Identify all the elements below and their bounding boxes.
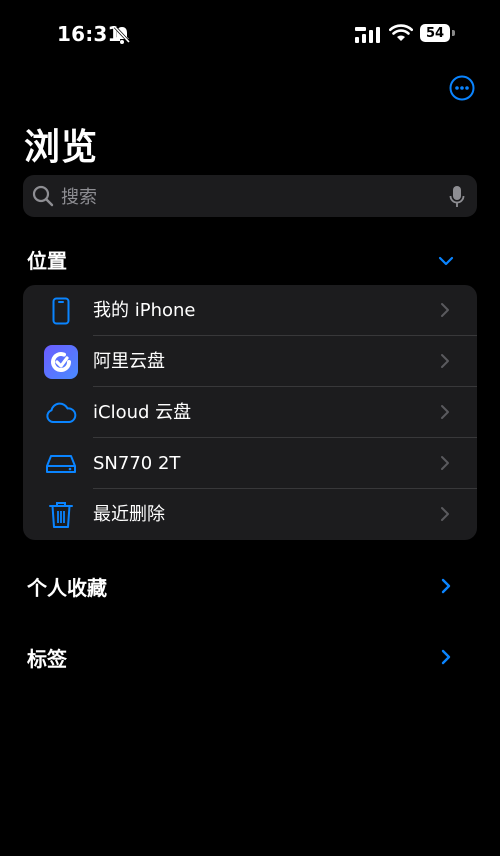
silent-bell-icon: [113, 25, 131, 49]
location-item-aliyun-drive[interactable]: 阿里云盘: [23, 336, 477, 387]
search-bar[interactable]: [23, 175, 477, 219]
page-title: 浏览: [24, 127, 99, 168]
location-item-label: 阿里云盘: [93, 351, 165, 372]
ellipsis-circle-icon: [449, 75, 475, 101]
location-item-label: SN770 2T: [93, 453, 181, 474]
icloud-icon: [43, 396, 79, 430]
chevron-down-icon: [438, 256, 454, 266]
location-item-my-iphone[interactable]: 我的 iPhone: [23, 285, 477, 336]
cellular-signal-icon: [355, 27, 381, 47]
microphone-icon[interactable]: [449, 185, 465, 213]
status-time: 16:31: [57, 22, 122, 46]
locations-list: 我的 iPhone 阿里云盘 iCloud 云盘 SN770 2T 最近删除: [23, 285, 477, 540]
trash-icon: [43, 498, 79, 532]
aliyun-drive-icon: [43, 345, 79, 379]
search-icon: [32, 185, 54, 211]
wifi-icon: [388, 24, 414, 46]
location-item-label: iCloud 云盘: [93, 402, 192, 423]
chevron-right-icon: [440, 404, 450, 424]
locations-header: 位置: [27, 249, 67, 273]
location-item-label: 最近删除: [93, 504, 165, 525]
tags-header[interactable]: 标签: [27, 643, 67, 672]
chevron-right-icon: [441, 649, 451, 665]
location-item-icloud-drive[interactable]: iCloud 云盘: [23, 387, 477, 438]
chevron-right-icon: [441, 578, 451, 594]
chevron-right-icon: [440, 302, 450, 322]
chevron-right-icon: [440, 506, 450, 526]
tags-expand-button[interactable]: [440, 648, 452, 670]
iphone-icon: [43, 294, 79, 328]
more-options-button[interactable]: [449, 75, 475, 105]
location-item-recently-deleted[interactable]: 最近删除: [23, 489, 477, 540]
battery-level: 54: [420, 24, 450, 42]
locations-collapse-button[interactable]: [438, 252, 454, 271]
chevron-right-icon: [440, 353, 450, 373]
search-input[interactable]: [59, 175, 433, 219]
favorites-header[interactable]: 个人收藏: [27, 572, 107, 601]
location-item-sn770[interactable]: SN770 2T: [23, 438, 477, 489]
external-drive-icon: [43, 447, 79, 481]
location-item-label: 我的 iPhone: [93, 300, 196, 321]
chevron-right-icon: [440, 455, 450, 475]
favorites-expand-button[interactable]: [440, 577, 452, 599]
